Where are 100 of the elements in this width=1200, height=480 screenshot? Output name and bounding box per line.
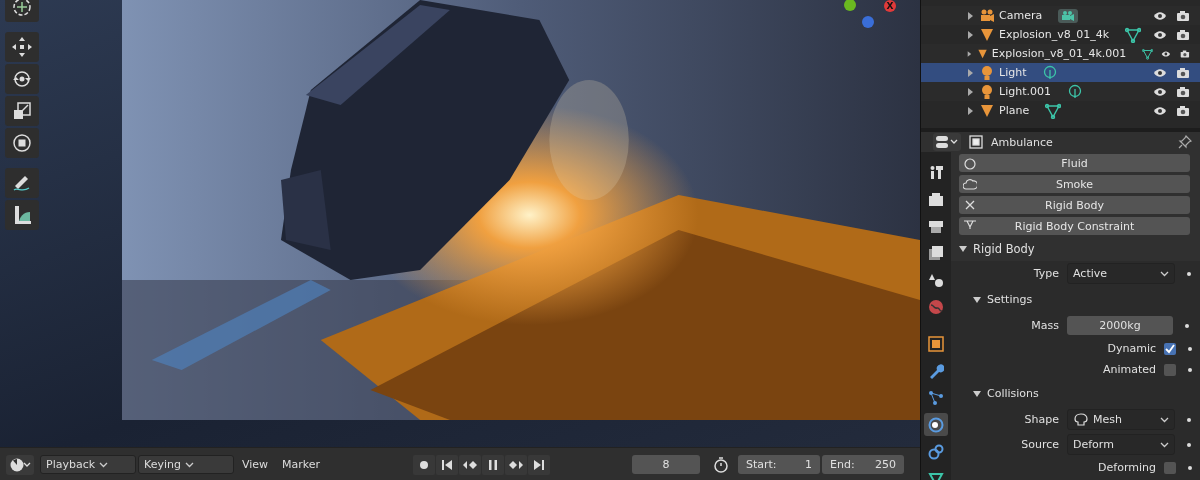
menu-dropdown[interactable]: Keying bbox=[138, 455, 234, 474]
keyframe-dot[interactable] bbox=[1187, 271, 1191, 276]
mesh-data-icon[interactable] bbox=[1045, 102, 1062, 119]
expand-icon[interactable] bbox=[967, 30, 975, 39]
expand-icon[interactable] bbox=[967, 11, 975, 20]
number-field[interactable]: 2000kg bbox=[1067, 316, 1173, 335]
checkbox[interactable] bbox=[1164, 342, 1176, 355]
menu-item[interactable]: Marker bbox=[276, 454, 327, 475]
physics-button[interactable]: Rigid Body Constraint bbox=[959, 217, 1190, 235]
light-data-icon[interactable] bbox=[1066, 83, 1083, 100]
panel-header[interactable]: Rigid Body bbox=[951, 237, 1200, 261]
render-icon bbox=[928, 190, 944, 207]
dropdown-field[interactable]: Active bbox=[1067, 263, 1175, 284]
scale-tool-button[interactable] bbox=[5, 96, 39, 126]
chevron-icon bbox=[184, 461, 194, 468]
editor-type-icon bbox=[935, 135, 959, 149]
jump-start-button[interactable] bbox=[436, 454, 458, 475]
checkbox-label: Deforming bbox=[1098, 461, 1156, 474]
jump-start-icon bbox=[439, 457, 455, 472]
jump-end-button[interactable] bbox=[528, 454, 550, 475]
keyframe-dot[interactable] bbox=[1188, 346, 1192, 351]
disclosure-triangle-icon bbox=[973, 389, 981, 398]
move-tool-button[interactable] bbox=[5, 32, 39, 62]
transform-icon bbox=[11, 132, 33, 154]
menu-item[interactable]: View bbox=[236, 454, 275, 475]
physics-button[interactable]: Smoke bbox=[959, 175, 1190, 193]
render-camera-icon[interactable] bbox=[1176, 28, 1190, 41]
eye-icon[interactable] bbox=[1153, 105, 1167, 116]
light-icon bbox=[979, 83, 995, 100]
editor-type-button[interactable] bbox=[6, 454, 34, 475]
eye-icon[interactable] bbox=[1153, 86, 1167, 97]
keyframe-dot[interactable] bbox=[1187, 442, 1191, 447]
checkbox[interactable] bbox=[1164, 363, 1176, 376]
prev-key-button[interactable] bbox=[459, 454, 481, 475]
expand-icon[interactable] bbox=[967, 106, 975, 115]
start-frame-field[interactable]: Start: 1 bbox=[738, 455, 820, 474]
eye-icon[interactable] bbox=[1161, 48, 1172, 59]
expand-icon[interactable] bbox=[967, 68, 975, 77]
render-camera-icon[interactable] bbox=[1176, 104, 1190, 117]
camera-data-icon[interactable] bbox=[1058, 8, 1079, 23]
field-label: Shape bbox=[1023, 413, 1060, 426]
keyframe-dot[interactable] bbox=[1188, 367, 1192, 372]
y-axis-gizmo[interactable] bbox=[844, 0, 856, 11]
physics-button[interactable]: Fluid bbox=[959, 154, 1190, 172]
particles-icon bbox=[928, 389, 944, 406]
transform-tool-button[interactable] bbox=[5, 128, 39, 158]
physics-tab[interactable] bbox=[924, 413, 948, 436]
eye-icon[interactable] bbox=[1153, 10, 1167, 21]
subpanel-header[interactable]: Collisions bbox=[973, 387, 1039, 400]
checkbox-label: Dynamic bbox=[1107, 342, 1156, 355]
render-camera-icon[interactable] bbox=[1176, 85, 1190, 98]
dropdown-field[interactable]: Deform bbox=[1067, 434, 1175, 455]
cursor-tool-button[interactable] bbox=[5, 0, 39, 22]
keyframe-dot[interactable] bbox=[1185, 323, 1189, 328]
keyframe-dot[interactable] bbox=[1188, 465, 1192, 470]
object-name: Explosion_v8_01_4k.001 bbox=[991, 47, 1127, 60]
annotate-tool-button[interactable] bbox=[5, 168, 39, 198]
physics-button[interactable]: Rigid Body bbox=[959, 196, 1190, 214]
menu-dropdown[interactable]: Playback bbox=[40, 455, 136, 474]
end-frame-field[interactable]: End: 250 bbox=[822, 455, 904, 474]
mesh-data-icon[interactable] bbox=[1125, 26, 1142, 43]
camera-icon bbox=[979, 7, 995, 24]
light-icon bbox=[979, 64, 995, 81]
cursor-icon bbox=[11, 0, 33, 18]
mesh-icon bbox=[979, 102, 995, 119]
editor-type-button[interactable] bbox=[933, 133, 961, 151]
physics-icon bbox=[928, 416, 944, 433]
rotate-tool-button[interactable] bbox=[5, 64, 39, 94]
eye-icon[interactable] bbox=[1153, 67, 1167, 78]
outliner-row[interactable]: Explosion_v8_01_4k bbox=[921, 25, 1200, 44]
checkbox[interactable] bbox=[1164, 461, 1176, 474]
field-label: Type bbox=[1032, 267, 1060, 280]
subpanel-header[interactable]: Settings bbox=[973, 293, 1033, 306]
expand-icon[interactable] bbox=[967, 49, 973, 58]
field-label: Source bbox=[1020, 438, 1060, 451]
outliner-row[interactable]: Light bbox=[921, 63, 1200, 82]
disclosure-triangle-icon bbox=[959, 245, 967, 253]
record-button[interactable] bbox=[413, 454, 435, 475]
render-camera-icon[interactable] bbox=[1176, 66, 1190, 79]
stopwatch-icon[interactable] bbox=[712, 455, 730, 474]
measure-tool-button[interactable] bbox=[5, 200, 39, 230]
pause-button[interactable] bbox=[482, 454, 504, 475]
keyframe-dot[interactable] bbox=[1187, 417, 1191, 422]
current-frame-field[interactable]: 8 bbox=[632, 455, 700, 474]
scale-icon bbox=[11, 100, 33, 122]
outliner-row[interactable]: Plane bbox=[921, 101, 1200, 120]
expand-icon[interactable] bbox=[967, 87, 975, 96]
chevron-icon bbox=[1160, 416, 1169, 423]
eye-icon[interactable] bbox=[1153, 29, 1167, 40]
jump-end-icon bbox=[531, 457, 547, 472]
light-data-icon[interactable] bbox=[1042, 64, 1059, 81]
object-name: Ambulance bbox=[991, 135, 1053, 149]
render-camera-icon[interactable] bbox=[1176, 9, 1190, 22]
dropdown-field[interactable]: Mesh bbox=[1067, 409, 1175, 430]
pin-icon[interactable] bbox=[1178, 135, 1192, 149]
object-icon bbox=[928, 335, 944, 352]
checkmark-icon bbox=[1164, 342, 1176, 355]
tool-icon bbox=[928, 163, 944, 180]
next-key-button[interactable] bbox=[505, 454, 527, 475]
chevron-icon bbox=[99, 461, 109, 468]
